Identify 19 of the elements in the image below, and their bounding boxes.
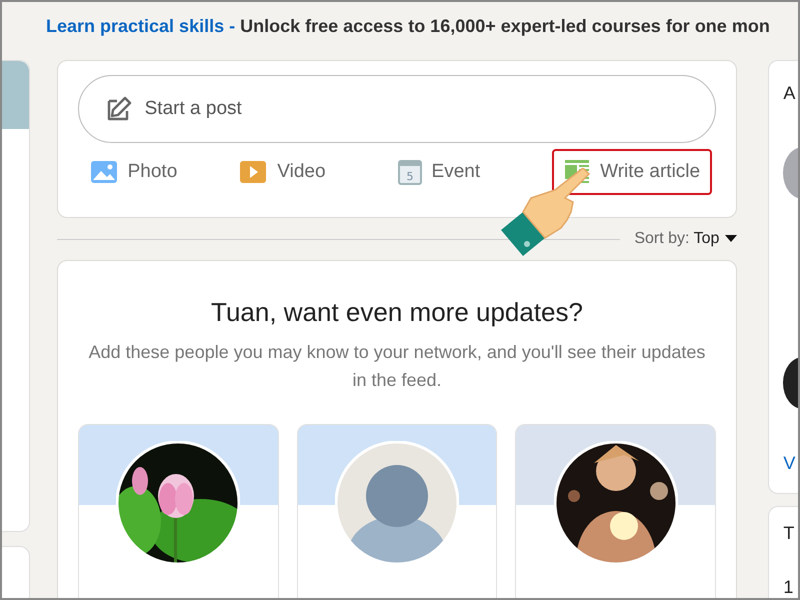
updates-text: Add these people you may know to your network, and you'll see their updates in the feed. [88,341,706,392]
updates-title: Tuan, want even more updates? [210,297,584,328]
calendar-icon: 5 [398,159,422,185]
card-text: 1 [783,577,794,598]
card-heading: A [783,83,796,104]
composer-action-button[interactable]: Video [227,150,338,194]
composer-action-button[interactable]: Photo [78,150,190,194]
start-post-field[interactable]: Start a post [78,75,716,143]
image-icon [90,160,118,184]
caret-icon [725,235,738,243]
composer-action-button[interactable]: 5 Event [386,149,492,195]
view-link[interactable]: V [783,453,796,474]
card-title: T [783,523,794,544]
person-card[interactable] [515,424,716,598]
sort-dropdown[interactable]: Sort by: Top [634,230,720,248]
person-card[interactable] [78,424,279,598]
play-icon [239,160,268,184]
banner-text: Unlock free access to 16,000+ expert-led courses for one mon [240,16,770,36]
banner-link[interactable]: Learn practical skills - [46,16,236,36]
